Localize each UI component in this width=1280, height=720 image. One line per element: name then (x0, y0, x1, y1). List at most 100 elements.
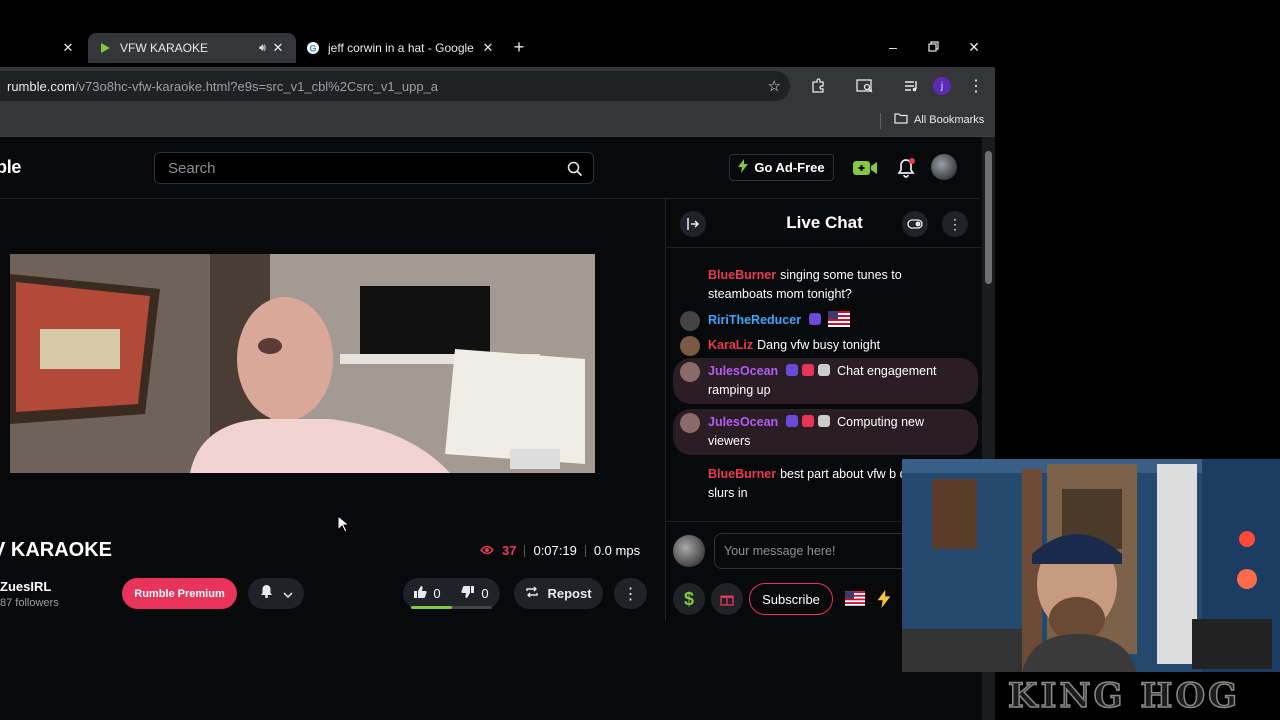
thumbs-down-icon (461, 585, 475, 602)
tab-title: VFW KARAOKE (120, 41, 209, 55)
go-ad-free-button[interactable]: Go Ad-Free (729, 154, 834, 181)
video-player[interactable] (10, 254, 595, 473)
repost-icon (525, 585, 539, 602)
extensions-icon[interactable] (808, 76, 828, 96)
browser-tab[interactable]: G jeff corwin in a hat - Google Se ✕ (298, 33, 498, 63)
stats-divider (584, 544, 586, 557)
lightning-emote-icon[interactable] (877, 590, 891, 613)
stats-divider (524, 544, 526, 557)
google-favicon-icon: G (306, 41, 320, 55)
gift-icon[interactable] (711, 583, 743, 615)
tab-title: jeff corwin in a hat - Google Se (328, 41, 476, 55)
more-vertical-icon: ⋮ (622, 585, 639, 603)
thumbs-up-icon (413, 585, 427, 602)
go-ad-free-label: Go Ad-Free (754, 160, 825, 175)
rant-dollar-icon[interactable]: $ (673, 583, 705, 615)
notification-settings-button[interactable] (248, 578, 304, 609)
all-bookmarks-button[interactable]: All Bookmarks (894, 112, 984, 127)
bookmarks-bar: All Bookmarks (0, 105, 995, 137)
dislike-button[interactable]: 0 (451, 585, 499, 602)
chat-username[interactable]: BlueBurner (708, 467, 776, 481)
subscribe-button[interactable]: Subscribe (749, 583, 833, 615)
tab-audio-icon[interactable]: 🔊︎ (259, 42, 266, 55)
chat-message: BlueBurner singing some tunes to steamboa… (673, 262, 978, 308)
profile-avatar[interactable]: j (933, 77, 951, 95)
more-options-button[interactable]: ⋮ (614, 578, 647, 609)
repost-button[interactable]: Repost (514, 578, 603, 609)
svg-text:G: G (309, 44, 316, 54)
browser-tab[interactable]: ✕ (0, 33, 84, 63)
chat-mode-toggle-icon[interactable] (902, 211, 928, 237)
rumble-premium-button[interactable]: Rumble Premium (122, 578, 237, 609)
chat-username[interactable]: BlueBurner (708, 268, 776, 282)
minimize-icon[interactable]: – (882, 36, 904, 58)
browser-menu-icon[interactable]: ⋮ (966, 76, 986, 96)
premium-badge-icon (801, 364, 814, 376)
browser-tabstrip: ✕ VFW KARAOKE 🔊︎ ✕ G jeff corwin in a ha… (0, 0, 995, 67)
chat-username[interactable]: KaraLiz (708, 338, 753, 352)
chat-message-highlighted: JulesOcean Chat engagement ramping up (673, 358, 978, 404)
repost-label: Repost (547, 586, 592, 601)
follower-count: 87 followers (0, 597, 59, 609)
chat-username[interactable]: RiriTheReducer (708, 313, 801, 327)
mouse-cursor-icon (337, 514, 351, 538)
chat-title: Live Chat (786, 213, 863, 232)
url-path: /v73o8hc-vfw-karaoke.html?e9s=src_v1_cbl… (74, 78, 439, 94)
rumble-favicon-icon (98, 41, 112, 55)
user-avatar[interactable] (931, 154, 957, 180)
search-placeholder: Search (168, 159, 216, 177)
chat-username[interactable]: JulesOcean (708, 415, 778, 429)
like-button[interactable]: 0 (403, 585, 451, 602)
media-control-icon[interactable] (902, 76, 922, 96)
premium-badge-icon (801, 415, 814, 427)
all-bookmarks-label: All Bookmarks (914, 113, 985, 126)
close-window-icon[interactable]: ✕ (963, 36, 985, 58)
vote-ratio-bar (411, 606, 492, 609)
bookmark-star-icon[interactable]: ☆ (768, 77, 781, 95)
go-live-camera-icon[interactable] (852, 155, 878, 181)
chat-message: KaraLiz Dang vfw busy tonight (673, 332, 978, 359)
notification-bell-icon[interactable] (893, 155, 919, 181)
video-stats: 37 0:07:19 0.0 mps (480, 543, 640, 558)
video-title: V KARAOKE (0, 539, 113, 561)
chat-menu-icon[interactable]: ⋮ (942, 211, 968, 237)
king-hog-watermark: KING HOG (1007, 675, 1241, 717)
rumble-page: ble Search Go Ad-Free V KARAOKE 37 0:07:… (0, 137, 995, 720)
browser-tab-active[interactable]: VFW KARAOKE 🔊︎ ✕ (88, 33, 296, 63)
chevron-down-icon (282, 585, 293, 603)
stream-duration: 0:07:19 (533, 543, 577, 558)
stream-bitrate: 0.0 mps (593, 543, 641, 558)
chat-avatar (680, 336, 700, 356)
channel-name[interactable]: ZuesIRL (0, 579, 51, 594)
like-count: 0 (433, 586, 441, 601)
chat-text: Dang vfw busy tonight (757, 338, 881, 352)
chat-avatar (680, 413, 700, 433)
shield-badge-icon (785, 364, 798, 376)
bot-badge-icon (817, 364, 830, 376)
chat-avatar (680, 362, 700, 382)
browser-toolbar: rumble.com/v73o8hc-vfw-karaoke.html?e9s=… (0, 67, 995, 105)
tab-close-icon[interactable]: ✕ (270, 40, 286, 56)
bell-icon (260, 584, 273, 603)
new-tab-icon[interactable]: + (508, 36, 530, 58)
tab-close-icon[interactable]: ✕ (60, 40, 76, 56)
chat-avatar (680, 311, 700, 331)
us-flag-icon (828, 311, 851, 333)
restore-icon[interactable] (922, 36, 944, 58)
viewer-count: 37 (502, 543, 517, 558)
chat-username[interactable]: JulesOcean (708, 364, 778, 378)
rumble-logo[interactable]: ble (0, 157, 21, 178)
search-icon[interactable] (567, 161, 583, 177)
shield-badge-icon (785, 415, 798, 427)
site-header: ble Search Go Ad-Free (0, 137, 980, 199)
cast-search-icon[interactable] (855, 76, 875, 96)
chat-user-avatar (673, 535, 705, 567)
video-frame-image (10, 254, 595, 473)
scrollbar-thumb[interactable] (985, 151, 992, 284)
bookmarks-separator (880, 113, 881, 129)
vote-buttons: 0 0 (403, 578, 500, 609)
address-bar[interactable]: rumble.com/v73o8hc-vfw-karaoke.html?e9s=… (0, 71, 790, 101)
us-flag-emote-icon[interactable] (845, 591, 865, 611)
search-input[interactable]: Search (154, 152, 594, 184)
tab-close-icon[interactable]: ✕ (480, 40, 496, 56)
